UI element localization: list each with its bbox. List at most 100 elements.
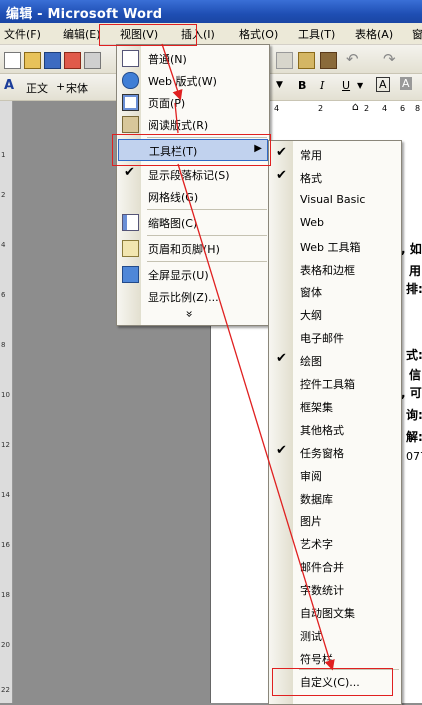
indent-marker-icon[interactable]: ⌂ [352,100,359,113]
menu-item-fullscreen[interactable]: 全屏显示(U) [118,263,268,285]
ruler-mark: 8 [1,341,6,349]
italic-icon[interactable]: I [320,79,324,92]
checkmark-icon: ✔ [276,442,287,458]
doc-text: 询: [406,408,422,422]
menu-separator [147,261,267,262]
toolbar-item[interactable]: 表格和边框 [270,258,400,280]
ruler-mark: 1 [1,151,6,159]
toolbar-item-label: 大纲 [300,309,322,323]
menu-item-thumbnails[interactable]: 缩略图(C) [118,211,268,233]
new-document-icon[interactable] [4,52,21,69]
toolbar-item[interactable]: 控件工具箱 [270,372,400,394]
toolbar-item[interactable]: ✔ 常用 [270,143,400,165]
toolbar-item[interactable]: 符号栏 [270,647,400,669]
ruler-mark: 4 [382,104,388,113]
permission-icon[interactable] [64,52,81,69]
toolbar-item-label: Web 工具箱 [300,240,361,254]
menu-separator [147,235,267,236]
ruler-mark: 4 [1,241,6,249]
style-box[interactable]: 正文 [26,80,48,96]
doc-text: 信 [409,368,422,382]
toolbar-item[interactable]: 电子邮件 [270,326,400,348]
undo-icon[interactable]: ↶ [346,50,359,68]
doc-text: 用 [409,264,422,278]
ruler-mark: 8 [415,104,421,113]
menu-item-gridlines[interactable]: 网格线(G) [118,185,268,207]
doc-text: 式: [406,348,422,362]
menu-table[interactable]: 表格(A) [355,26,393,42]
toolbar-item[interactable]: 邮件合并 [270,555,400,577]
toolbar-item-label: 常用 [300,149,322,162]
menu-item-reading-layout[interactable]: 阅读版式(R) [118,113,268,135]
ruler-mark: 22 [1,686,10,694]
toolbar-item[interactable]: 其他格式 [270,418,400,440]
underline-icon[interactable]: U [342,79,350,92]
toolbar-item[interactable]: 图片 [270,509,400,531]
toolbar-item[interactable]: Visual Basic [270,189,400,211]
bold-icon[interactable]: B [298,79,306,92]
menu-item-header-footer[interactable]: 页眉和页脚(H) [118,237,268,259]
menu-item-label: 网格线(G) [148,191,199,204]
char-shading-icon[interactable]: A [400,77,412,90]
toolbar-item[interactable]: 自动图文集 [270,601,400,623]
toolbar-item[interactable]: 审阅 [270,464,400,486]
copy-icon[interactable] [276,52,293,69]
toolbar-item-label: 字数统计 [300,584,344,598]
menu-item-label: 页面(P) [148,97,186,110]
checkmark-icon: ✔ [276,167,287,183]
menu-format[interactable]: 格式(O) [239,26,278,42]
format-painter-icon[interactable] [320,52,337,69]
menu-item-zoom[interactable]: 显示比例(Z)... [118,285,268,307]
ruler-mark: 2 [318,104,324,113]
menu-item-label: 工具栏(T) [149,145,198,158]
toolbar-item[interactable]: Web 工具箱 [270,235,400,257]
toolbar-item[interactable]: ✔ 任务窗格 [270,441,400,463]
horizontal-ruler: 4 2 ⌂ 2 4 6 8 [268,100,422,119]
toolbar-item[interactable]: 艺术字 [270,532,400,554]
open-folder-icon[interactable] [24,52,41,69]
menu-item-label: 显示段落标记(S) [148,169,230,182]
toolbar-item-label: 框架集 [300,400,333,414]
font-box[interactable]: 宋体 [66,80,88,96]
menu-expand[interactable]: » [118,307,268,323]
print-icon[interactable] [84,52,101,69]
menu-item-web-layout[interactable]: Web 版式(W) [118,69,268,91]
toolbar-item[interactable]: 数据库 [270,487,400,509]
menu-item-show-paragraph-marks[interactable]: ✔ 显示段落标记(S) [118,163,268,185]
toolbar-item[interactable]: 自定义(C)... [270,670,400,692]
underline-dropdown-icon[interactable]: ▼ [357,81,363,90]
toolbar-item-label: 窗体 [300,286,322,300]
menu-item-normal[interactable]: 普通(N) [118,47,268,69]
save-icon[interactable] [44,52,61,69]
toolbar-item-label: 自定义(C)... [300,675,360,689]
toolbars-submenu: ✔ 常用 ✔ 格式 Visual Basic Web Web 工具箱 表格和边框 窗体 大纲 电子邮… [268,140,402,705]
toolbar-item[interactable]: 字数统计 [270,578,400,600]
toolbar-item[interactable]: 窗体 [270,280,400,302]
doc-text: 排: [406,282,422,296]
toolbar-item[interactable]: 大纲 [270,303,400,325]
paste-icon[interactable] [298,52,315,69]
menu-insert[interactable]: 插入(I) [181,26,215,42]
menu-item-label: 全屏显示(U) [148,269,209,282]
web-layout-icon [122,72,139,89]
view-menu: 普通(N) Web 版式(W) 页面(P) 阅读版式(R) 工具栏(T) ▶ ✔… [116,44,270,326]
menu-edit[interactable]: 编辑(E) [63,26,101,42]
menu-item-toolbars[interactable]: 工具栏(T) ▶ [118,139,268,161]
menu-item-page-layout[interactable]: 页面(P) [118,91,268,113]
toolbar-item-label: 符号栏 [300,652,333,666]
menu-view[interactable]: 视图(V) [120,26,158,42]
menu-window[interactable]: 窗 [412,26,422,42]
toolbar-item[interactable]: ✔ 绘图 [270,349,400,371]
toolbar-item[interactable]: ✔ 格式 [270,166,400,188]
redo-icon[interactable]: ↷ [383,50,396,68]
toolbar-item[interactable]: 框架集 [270,395,400,417]
thumbnails-icon [122,214,139,231]
toolbar-item[interactable]: Web [270,212,400,234]
char-border-icon[interactable]: A [376,77,390,92]
ruler-mark: 4 [274,104,280,113]
styles-icon[interactable]: A [4,78,14,93]
menu-tools[interactable]: 工具(T) [298,26,335,42]
size-dropdown-icon[interactable]: ▼ [276,80,283,90]
toolbar-item[interactable]: 测试 [270,624,400,646]
menu-file[interactable]: 文件(F) [4,26,41,42]
